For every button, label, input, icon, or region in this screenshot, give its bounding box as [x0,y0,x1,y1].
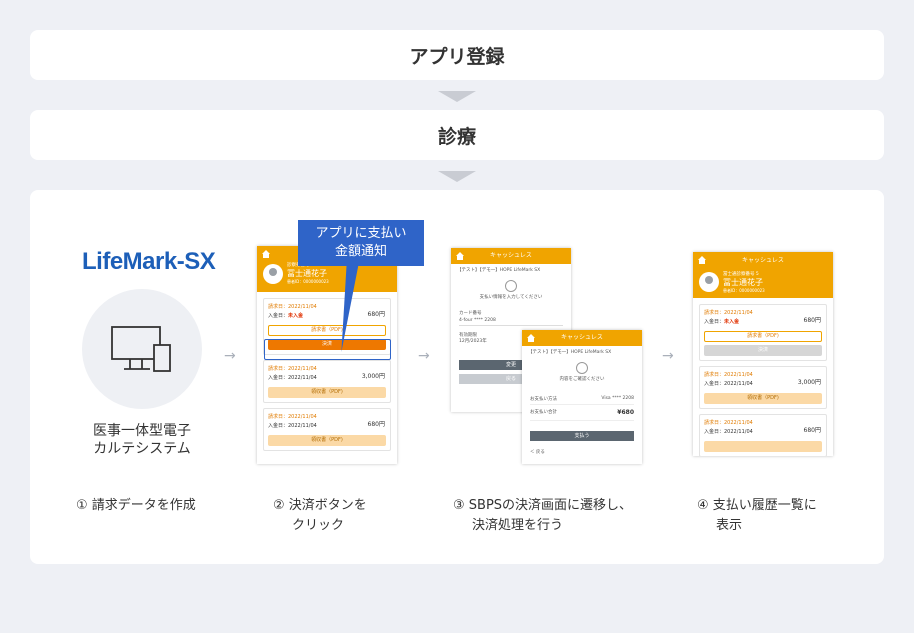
notification-callout: アプリに支払い 金額通知 [298,220,424,266]
total-value: ¥680 [617,409,634,416]
invoice-pdf-button[interactable]: 請求書（PDF) [704,331,822,342]
invoice-card: 請求日：2022/11/04 入金日：2022/11/04 680円 [699,414,827,456]
method-label: お支払い方法 [530,397,557,402]
payment-date-label: 入金日： [268,313,289,319]
phone-header: キャッシュレス 冨士通診察番号 5 冨士通花子 患者ID：0000000023 [693,252,833,298]
caption-line1: ④ 支払い履歴一覧に [697,498,817,513]
shop-name: 【テスト】【デモ一】HOPE LifeMark SX [528,350,612,355]
workflow-panel: LifeMark-SX 医事一体型電子 カルテシステム → → → 診察券番号 … [30,190,884,564]
confirm-pay-button[interactable]: 支払う [530,431,634,441]
invoice-amount: 3,000円 [361,373,385,380]
step-app-register: アプリ登録 [30,30,884,80]
chevron-right-icon: → [418,348,430,364]
caption-step3: ③ SBPSの決済画面に遷移し、 決済処理を行う [453,496,632,536]
invoice-card: 請求日：2022/11/04 入金日：2022/11/04 680円 領収書（P… [263,408,391,451]
down-arrow-icon [438,91,476,102]
patient-name: 冨士通花子 [287,269,327,278]
invoice-amount: 680円 [367,311,385,318]
caption-step1: ① 請求データを作成 [76,496,196,516]
card-number-field[interactable]: 4-four **** 2208 [459,316,563,326]
pay-button-highlight [264,339,391,360]
caption-line2: 表示 [716,518,743,533]
callout-line1: アプリに支払い [315,226,407,241]
phone-header: キャッシュレス [522,330,642,346]
chevron-right-icon: → [662,348,674,364]
emr-system-name: 医事一体型電子 カルテシステム [60,422,224,458]
receipt-pdf-button[interactable]: 領収書（PDF) [268,387,386,398]
status-badge: 未入金 [724,319,740,325]
monitor-tablet-icon [111,326,171,372]
emr-name-line1: 医事一体型電子 [93,423,191,439]
payment-date-label: 入金日： [704,319,725,325]
emr-name-line2: カルテシステム [93,441,191,457]
caption-line2: クリック [292,518,345,533]
phone-header: キャッシュレス [451,248,571,264]
receipt-pdf-button[interactable]: 領収書（PDF) [704,393,822,404]
emr-icon-circle [82,289,202,409]
phone-history-screen: キャッシュレス 冨士通診察番号 5 冨士通花子 患者ID：0000000023 … [693,252,833,456]
caption-line1: ③ SBPSの決済画面に遷移し、 [453,498,633,513]
caption-step2: ② 決済ボタンを クリック [273,496,367,536]
callout-line2: 金額通知 [334,244,387,259]
header-title: キャッシュレス [561,334,603,341]
invoice-amount: 3,000円 [797,379,821,386]
invoice-card: 請求日：2022/11/04 入金日：2022/11/04 3,000円 領収書… [263,360,391,403]
caption-line1: ① 請求データを作成 [76,498,196,513]
invoice-amount: 680円 [367,421,385,428]
home-icon [456,252,464,260]
home-icon [262,250,270,258]
total-label: お支払い合計 [530,410,557,415]
avatar [699,272,719,292]
patient-name: 冨士通花子 [723,278,763,287]
card-icon [576,362,588,374]
home-icon [527,334,535,342]
invoice-amount: 680円 [803,317,821,324]
receipt-pdf-button[interactable]: 領収書（PDF) [268,435,386,446]
status-badge: 未入金 [288,313,304,319]
avatar [263,264,283,284]
caption-step4: ④ 支払い履歴一覧に 表示 [697,496,817,536]
back-link[interactable]: ＜ 戻る [522,441,642,455]
card-icon [505,280,517,292]
invoice-amount: 680円 [803,427,821,434]
invoice-pdf-button[interactable]: 請求書（PDF) [268,325,386,336]
pay-button-disabled: 決済 [704,345,822,356]
patient-id: 患者ID：0000000023 [723,288,765,293]
step-consultation: 診療 [30,110,884,160]
caption-line2: 決済処理を行う [472,518,564,533]
method-value: Visa **** 2208 [601,396,634,401]
header-title: キャッシュレス [742,257,784,264]
shop-name: 【テスト】【デモ一】HOPE LifeMark SX [457,268,541,273]
phone-payment-confirm-screen: キャッシュレス 【テスト】【デモ一】HOPE LifeMark SX 内容をご確… [522,330,642,464]
lifemark-logo: LifeMark-SX [82,248,216,275]
invoice-card: 請求日：2022/11/04 入金日：未入金 680円 請求書（PDF) 決済 [699,304,827,361]
invoice-card: 請求日：2022/11/04 入金日：2022/11/04 3,000円 領収書… [699,366,827,409]
receipt-pdf-button[interactable] [704,441,822,452]
patient-id: 患者ID：0000000023 [287,279,329,284]
down-arrow-icon [438,171,476,182]
caption-line1: ② 決済ボタンを [273,498,367,513]
header-title: キャッシュレス [490,252,532,259]
chevron-right-icon: → [224,348,236,364]
